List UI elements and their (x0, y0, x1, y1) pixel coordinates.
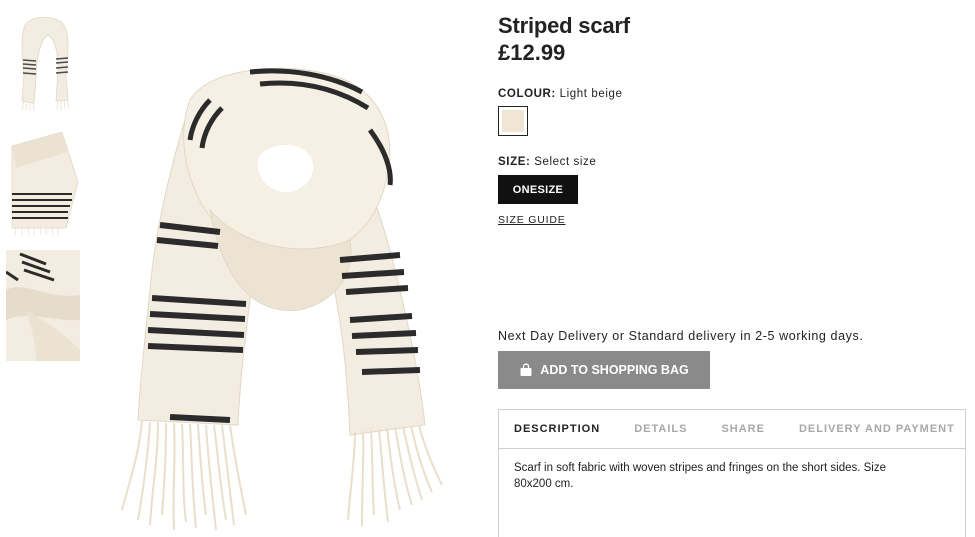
thumbnail-3-image (6, 250, 80, 361)
shopping-bag-icon (520, 363, 532, 376)
colour-swatch-light-beige[interactable] (498, 106, 528, 136)
thumbnail-1-image (6, 15, 80, 112)
main-product-image[interactable] (100, 60, 470, 537)
thumbnail-3[interactable] (6, 250, 80, 361)
thumbnail-2[interactable] (6, 132, 80, 236)
thumbnail-2-image (6, 132, 80, 236)
colour-value: Light beige (559, 88, 623, 100)
tab-details[interactable]: DETAILS (634, 410, 687, 448)
add-to-bag-label: ADD TO SHOPPING BAG (540, 363, 689, 377)
size-option-onesize[interactable]: ONESIZE (498, 175, 578, 204)
product-tabs: DESCRIPTION DETAILS SHARE DELIVERY AND P… (499, 410, 965, 449)
add-to-bag-button[interactable]: ADD TO SHOPPING BAG (498, 351, 710, 389)
size-guide-link[interactable]: SIZE GUIDE (498, 214, 566, 226)
product-price: £12.99 (498, 40, 566, 65)
size-label: SIZE: (498, 156, 531, 168)
scarf-illustration (100, 60, 470, 537)
colour-row: COLOUR: Light beige (498, 88, 623, 100)
description-text: Scarf in soft fabric with woven stripes … (514, 462, 887, 490)
colour-swatch-fill (502, 110, 524, 132)
delivery-note: Next Day Delivery or Standard delivery i… (498, 329, 864, 343)
thumbnail-1[interactable] (6, 15, 80, 112)
tab-description[interactable]: DESCRIPTION (514, 410, 600, 448)
colour-label: COLOUR: (498, 88, 556, 100)
tab-share[interactable]: SHARE (721, 410, 765, 448)
product-title: Striped scarf (498, 13, 630, 38)
product-tabs-panel: DESCRIPTION DETAILS SHARE DELIVERY AND P… (498, 409, 966, 537)
tab-delivery-and-payment[interactable]: DELIVERY AND PAYMENT (799, 410, 955, 448)
size-value: Select size (534, 156, 597, 168)
size-row: SIZE: Select size (498, 156, 596, 168)
